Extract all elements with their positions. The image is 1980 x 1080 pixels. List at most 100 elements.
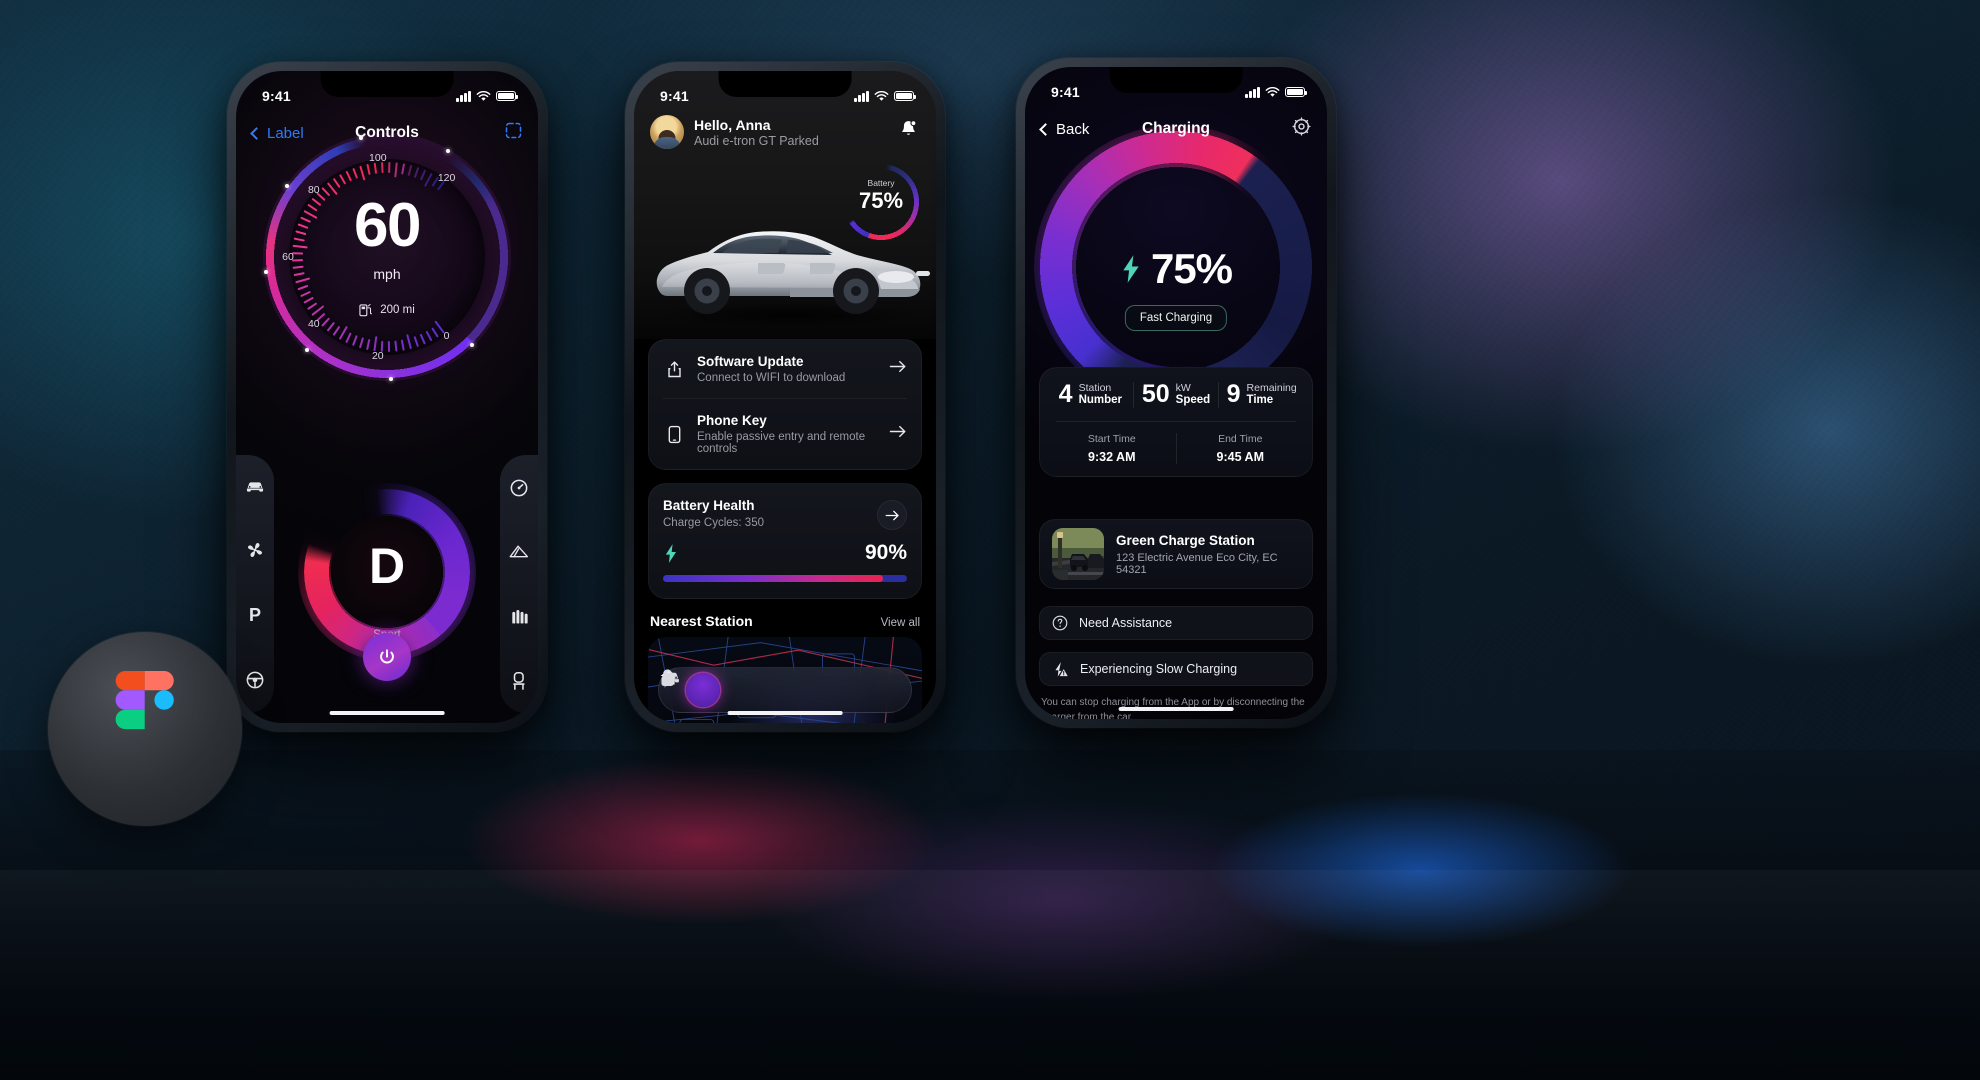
bolt-icon bbox=[1123, 255, 1139, 283]
hero-panel: 9:41 Hello, Anna Audi e-tron GT Parked B… bbox=[634, 71, 936, 339]
station-card[interactable]: Green Charge Station 123 Electric Avenue… bbox=[1039, 519, 1313, 589]
upload-icon bbox=[663, 360, 685, 379]
back-button[interactable]: Label bbox=[250, 124, 304, 142]
slow-charging-row[interactable]: Experiencing Slow Charging bbox=[1039, 652, 1313, 686]
chevron-left-icon bbox=[250, 126, 263, 140]
back-button[interactable]: Back bbox=[1039, 120, 1090, 138]
back-label: Label bbox=[267, 124, 304, 142]
settings-gear-icon[interactable] bbox=[1292, 117, 1311, 141]
actions-card: Software Update Connect to WIFI to downl… bbox=[648, 339, 922, 470]
wifi-icon bbox=[1265, 86, 1280, 97]
back-label: Back bbox=[1056, 120, 1090, 138]
status-time: 9:41 bbox=[262, 88, 291, 104]
battery-health-card: Battery Health Charge Cycles: 350 90% bbox=[648, 483, 922, 599]
station-address: 123 Electric Avenue Eco City, EC 54321 bbox=[1116, 551, 1278, 576]
range-value: 200 mi bbox=[380, 304, 415, 316]
battery-health-percent: 90% bbox=[864, 541, 907, 564]
stat-value: 9 bbox=[1226, 380, 1241, 409]
phone2-notch bbox=[718, 71, 852, 97]
bell-icon[interactable] bbox=[899, 119, 918, 144]
phone-home-screen: 9:41 Hello, Anna Audi e-tron GT Parked B… bbox=[625, 62, 945, 732]
steering-wheel-icon[interactable] bbox=[245, 670, 265, 690]
phone3-nav-bar: Back Charging bbox=[1025, 107, 1327, 151]
arrow-right-icon bbox=[889, 425, 907, 443]
battery-health-title: Battery Health bbox=[663, 498, 755, 513]
phone2-content: Software Update Connect to WIFI to downl… bbox=[634, 339, 936, 723]
wiper-icon[interactable] bbox=[508, 543, 530, 561]
greeting-name: Hello, Anna bbox=[694, 116, 771, 133]
stat-remaining-time: 9 Remaining Time bbox=[1218, 382, 1304, 408]
speed-unit: mph bbox=[373, 266, 401, 282]
right-control-rail bbox=[500, 455, 538, 713]
gauge-icon[interactable] bbox=[509, 478, 529, 498]
start-time-column: Start Time 9:32 AM bbox=[1048, 433, 1176, 464]
phone-charging-screen: 9:41 Back Charging 75% Fast Charging 4 S… bbox=[1016, 58, 1336, 728]
status-time: 9:41 bbox=[660, 88, 689, 104]
end-time-column: End Time 9:45 AM bbox=[1175, 432, 1305, 464]
scan-frame-icon[interactable] bbox=[505, 122, 522, 144]
battery-health-detail-button[interactable] bbox=[877, 500, 907, 530]
tab-home[interactable] bbox=[660, 669, 721, 707]
view-all-link[interactable]: View all bbox=[881, 617, 920, 629]
signal-bars-icon bbox=[1245, 86, 1260, 98]
parking-p-icon[interactable]: P bbox=[249, 606, 261, 624]
list-item-subtitle: Connect to WIFI to download bbox=[697, 372, 846, 384]
stat-station-number: 4 Station Number bbox=[1048, 382, 1133, 408]
charging-percent: 75% bbox=[1150, 245, 1233, 292]
stat-unit: kW bbox=[1175, 382, 1191, 394]
drive-mode-dial[interactable]: D Sport bbox=[298, 483, 476, 661]
tab-bar bbox=[658, 667, 912, 713]
status-time: 9:41 bbox=[1051, 84, 1080, 100]
vehicle-status: Audi e-tron GT Parked bbox=[694, 133, 819, 148]
stat-name: Speed bbox=[1175, 394, 1211, 407]
list-item-subtitle: Enable passive entry and remote controls bbox=[697, 431, 866, 455]
phone3-screen: 9:41 Back Charging 75% Fast Charging 4 S… bbox=[1025, 67, 1327, 719]
times-row: Start Time 9:32 AM End Time 9:45 AM bbox=[1048, 432, 1305, 464]
speedometer-tick-label: 20 bbox=[371, 349, 384, 362]
power-icon bbox=[380, 649, 394, 664]
seat-heat-icon[interactable] bbox=[508, 606, 530, 626]
phone2-screen: 9:41 Hello, Anna Audi e-tron GT Parked B… bbox=[634, 71, 936, 723]
speedometer-tick-dot bbox=[469, 342, 474, 347]
battery-ring-label: Battery bbox=[867, 178, 895, 188]
stats-row: 4 Station Number 50 kW Speed 9 Remaining… bbox=[1048, 382, 1304, 408]
fan-icon[interactable] bbox=[245, 540, 265, 560]
seat-icon[interactable] bbox=[510, 671, 528, 691]
question-circle-icon bbox=[1052, 615, 1068, 631]
assist-label: Need Assistance bbox=[1079, 616, 1173, 630]
figma-logo bbox=[115, 671, 174, 730]
signal-bars-icon bbox=[854, 90, 869, 102]
phone-controls-screen: 9:41 Label Controls 0 20 40 60 80 100 12… bbox=[227, 62, 547, 732]
stat-unit: Remaining bbox=[1246, 382, 1297, 394]
home-indicator bbox=[1118, 706, 1234, 711]
fuel-pump-icon bbox=[359, 304, 373, 317]
charging-station-photo bbox=[1052, 528, 1104, 580]
start-time-label: Start Time bbox=[1087, 432, 1136, 445]
battery-icon bbox=[496, 90, 519, 102]
station-name: Green Charge Station bbox=[1116, 532, 1255, 548]
battery-icon bbox=[1285, 86, 1308, 98]
car-image bbox=[656, 231, 930, 328]
stat-speed: 50 kW Speed bbox=[1132, 380, 1219, 409]
gear-letter: D bbox=[368, 538, 406, 594]
station-thumbnail bbox=[1052, 528, 1104, 580]
home-indicator bbox=[727, 710, 843, 715]
list-item-phone-key[interactable]: Phone Key Enable passive entry and remot… bbox=[649, 399, 921, 469]
phone1-nav-bar: Label Controls bbox=[236, 111, 538, 155]
need-assistance-row[interactable]: Need Assistance bbox=[1039, 606, 1313, 640]
stat-value: 50 bbox=[1141, 380, 1170, 409]
speed-value: 60 bbox=[354, 191, 421, 260]
speedometer-tick-label: 0 bbox=[443, 330, 450, 343]
car-front-icon[interactable] bbox=[244, 478, 266, 494]
end-time-value: 9:45 AM bbox=[1216, 449, 1264, 464]
start-time-value: 9:32 AM bbox=[1088, 449, 1136, 464]
power-button[interactable] bbox=[363, 633, 411, 681]
arrow-right-icon bbox=[885, 510, 899, 520]
list-item-software-update[interactable]: Software Update Connect to WIFI to downl… bbox=[649, 340, 921, 398]
avatar[interactable] bbox=[650, 115, 684, 149]
arrow-right-icon bbox=[889, 360, 907, 378]
greeting-block: Hello, Anna Audi e-tron GT Parked bbox=[650, 115, 819, 149]
charge-cycles: Charge Cycles: 350 bbox=[663, 517, 764, 529]
charging-stats-card: 4 Station Number 50 kW Speed 9 Remaining… bbox=[1039, 367, 1313, 477]
slow-charge-icon bbox=[1055, 661, 1068, 676]
